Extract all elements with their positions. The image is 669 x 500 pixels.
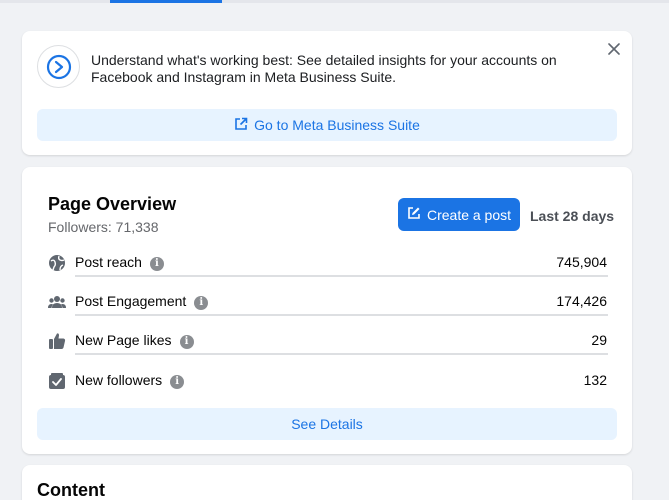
- meta-business-suite-banner: Understand what's working best: See deta…: [22, 31, 632, 155]
- metric-value: 174,426: [556, 293, 607, 309]
- banner-message: Understand what's working best: See deta…: [91, 52, 557, 85]
- metric-value: 745,904: [556, 254, 607, 270]
- metric-row-post-reach: Post reach i 745,904: [48, 250, 608, 277]
- meta-business-suite-icon: [37, 45, 80, 88]
- top-tab-bar: [0, 0, 669, 3]
- metric-row-new-page-likes: New Page likes i 29: [48, 328, 608, 355]
- content-title: Content: [37, 480, 105, 500]
- date-range-selector[interactable]: Last 28 days: [530, 208, 614, 224]
- create-post-label: Create a post: [426, 206, 512, 223]
- globe-icon: [48, 254, 66, 272]
- follow-icon: [48, 372, 66, 390]
- see-details-button[interactable]: See Details: [37, 408, 617, 440]
- divider: [75, 353, 608, 355]
- content-card: Content: [22, 465, 632, 500]
- page-overview-title: Page Overview: [48, 194, 177, 214]
- close-icon[interactable]: [606, 41, 622, 57]
- metric-value: 29: [591, 332, 607, 348]
- active-tab-indicator: [110, 0, 222, 3]
- see-details-label: See Details: [291, 416, 363, 432]
- create-post-button[interactable]: Create a post: [398, 198, 520, 231]
- external-link-icon: [234, 117, 248, 134]
- divider: [75, 314, 608, 316]
- metric-label: New Page likes: [75, 332, 172, 348]
- info-icon[interactable]: i: [194, 296, 209, 310]
- metric-value: 132: [583, 372, 607, 388]
- info-icon[interactable]: i: [170, 375, 185, 389]
- metric-label: Post Engagement: [75, 293, 187, 309]
- info-icon[interactable]: i: [149, 257, 164, 271]
- metric-row-post-engagement: Post Engagement i 174,426: [48, 289, 608, 316]
- thumbs-up-icon: [48, 332, 66, 350]
- go-to-meta-business-suite-button[interactable]: Go to Meta Business Suite: [37, 109, 617, 141]
- info-icon[interactable]: i: [179, 335, 194, 349]
- people-icon: [48, 293, 66, 311]
- metric-label: Post reach: [75, 254, 142, 270]
- followers-count: Followers: 71,338: [48, 219, 159, 235]
- go-to-meta-business-suite-label: Go to Meta Business Suite: [254, 117, 420, 133]
- divider: [75, 275, 608, 277]
- edit-icon: [407, 206, 421, 223]
- metric-label: New followers: [75, 372, 163, 388]
- page-overview-card: Page Overview Followers: 71,338 Create a…: [22, 167, 632, 454]
- metric-row-new-followers: New followers i 132: [48, 368, 608, 394]
